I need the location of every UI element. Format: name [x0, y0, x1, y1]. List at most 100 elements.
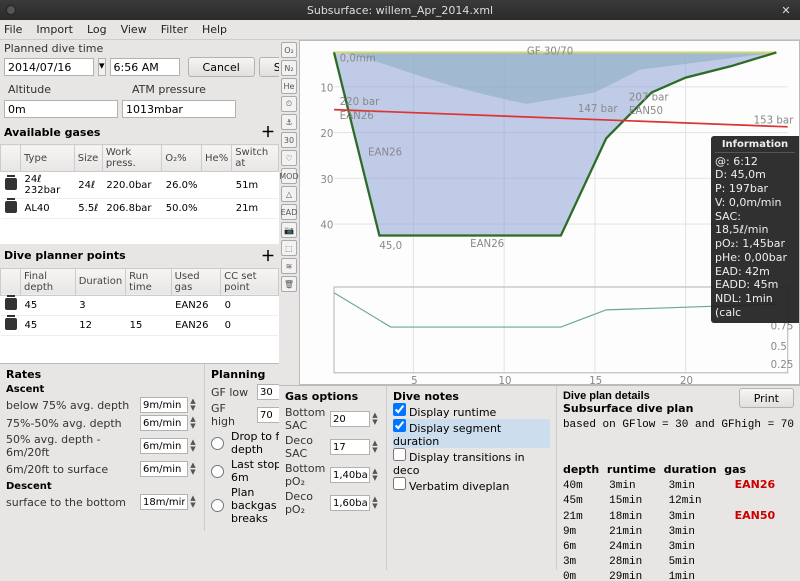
rate-input-0[interactable] [140, 397, 188, 413]
note-check-3[interactable] [393, 477, 406, 490]
rates-panel: Rates Ascent below 75% avg. depth▲▼75%-5… [0, 364, 205, 531]
menubar: File Import Log View Filter Help [0, 20, 800, 40]
rate-label: 6m/20ft to surface [6, 463, 136, 476]
menu-log[interactable]: Log [87, 23, 107, 36]
table-row[interactable]: 24ℓ 232bar24ℓ220.0bar26.0%51m [1, 172, 279, 199]
trash-icon[interactable] [5, 318, 17, 330]
window-title: Subsurface: willem_Apr_2014.xml [22, 4, 778, 17]
gflow-input[interactable] [257, 384, 279, 400]
svg-text:30: 30 [320, 174, 333, 186]
dive-notes-panel: Dive notes Display runtimeDisplay segmen… [387, 386, 557, 570]
menu-help[interactable]: Help [202, 23, 227, 36]
spinner-icon[interactable]: ▲▼ [188, 416, 198, 430]
gasopt-input-3[interactable] [330, 495, 370, 511]
last-stop-radio[interactable] [211, 465, 224, 478]
spinner-icon[interactable]: ▲▼ [188, 495, 198, 509]
graph-tool-1[interactable]: N₂ [281, 60, 297, 76]
available-gases-header: Available gases ＋ [0, 120, 279, 144]
close-icon[interactable]: ✕ [778, 4, 794, 17]
rate-label: 75%-50% avg. depth [6, 417, 136, 430]
note-label: Display transitions in deco [393, 451, 525, 477]
trash-icon[interactable] [5, 178, 17, 190]
graph-tool-2[interactable]: He [281, 78, 297, 94]
svg-text:40: 40 [320, 220, 333, 232]
time-input[interactable] [110, 58, 180, 76]
table-row[interactable]: AL405.5ℓ206.8bar50.0%21m [1, 199, 279, 219]
svg-text:EAN26: EAN26 [368, 146, 402, 158]
print-button[interactable]: Print [739, 388, 794, 408]
planned-dive-time-label: Planned dive time [0, 40, 279, 55]
gasopt-input-1[interactable] [330, 439, 370, 455]
atm-label: ATM pressure [128, 81, 210, 96]
trash-icon[interactable] [5, 201, 17, 213]
spinner-icon[interactable]: ▲▼ [188, 462, 198, 476]
cancel-button[interactable]: Cancel [188, 57, 255, 77]
rate-input-3[interactable] [140, 461, 188, 477]
spinner-icon[interactable]: ▲▼ [188, 398, 198, 412]
note-label: Display runtime [409, 406, 496, 419]
backgas-radio[interactable] [211, 499, 224, 512]
graph-tool-7[interactable]: MOD [281, 168, 297, 184]
note-check-1[interactable] [393, 419, 406, 432]
gfhigh-input[interactable] [257, 407, 279, 423]
svg-text:147 bar: 147 bar [578, 103, 618, 115]
spinner-icon[interactable]: ▲▼ [370, 468, 380, 482]
spinner-icon[interactable]: ▲▼ [188, 439, 198, 453]
graph-tool-13[interactable]: 🗑 [281, 276, 297, 292]
graph-tool-9[interactable]: EAD [281, 204, 297, 220]
menu-import[interactable]: Import [36, 23, 73, 36]
trash-icon[interactable] [5, 298, 17, 310]
rate-label: 50% avg. depth - 6m/20ft [6, 433, 136, 459]
svg-text:20: 20 [320, 128, 333, 140]
svg-text:EAN50: EAN50 [629, 105, 663, 117]
graph-tool-5[interactable]: 30 [281, 132, 297, 148]
table-row[interactable]: 451215EAN260 [1, 315, 279, 335]
spinner-icon[interactable]: ▲▼ [370, 440, 380, 454]
rate-input-2[interactable] [140, 438, 188, 454]
svg-text:EAN26: EAN26 [470, 238, 504, 250]
graph-tool-6[interactable]: ♡ [281, 150, 297, 166]
menu-filter[interactable]: Filter [161, 23, 188, 36]
graph-tool-3[interactable]: ⏲ [281, 96, 297, 112]
rate-label: below 75% avg. depth [6, 399, 136, 412]
graph-tool-0[interactable]: O₂ [281, 42, 297, 58]
info-line: @: 6:12 [715, 155, 795, 169]
atm-input[interactable] [122, 100, 236, 118]
menu-file[interactable]: File [4, 23, 22, 36]
spinner-icon[interactable]: ▲▼ [370, 412, 380, 426]
altitude-input[interactable] [4, 100, 118, 118]
add-gas-icon[interactable]: ＋ [261, 122, 275, 142]
graph-tool-12[interactable]: ≋ [281, 258, 297, 274]
rate-input-1[interactable] [140, 415, 188, 431]
menu-view[interactable]: View [121, 23, 147, 36]
info-line: NDL: 1min (calc [715, 292, 795, 320]
note-check-2[interactable] [393, 448, 406, 461]
info-line: P: 197bar [715, 182, 795, 196]
descent-rate-input[interactable] [140, 494, 188, 510]
graph-tool-8[interactable]: △ [281, 186, 297, 202]
note-label: Verbatim diveplan [409, 480, 509, 493]
info-line: pO₂: 1,45bar [715, 237, 795, 251]
date-dropdown-icon[interactable]: ▾ [98, 58, 106, 76]
svg-text:10: 10 [498, 375, 511, 384]
table-row[interactable]: 453EAN260 [1, 295, 279, 315]
dive-profile-plot[interactable]: 0,0mm GF 30/70 220 bar EAN26 EAN26 147 b… [299, 40, 800, 385]
spinner-icon[interactable]: ▲▼ [370, 496, 380, 510]
left-panel: Planned dive time ▾ Cancel Save Altitude… [0, 40, 279, 531]
gasopt-input-2[interactable] [330, 467, 370, 483]
drop-first-radio[interactable] [211, 437, 224, 450]
graph-tool-11[interactable]: ⬚ [281, 240, 297, 256]
graph-tool-10[interactable]: 📷 [281, 222, 297, 238]
info-line: EAD: 42m [715, 265, 795, 279]
note-check-0[interactable] [393, 403, 406, 416]
save-button[interactable]: Save [259, 57, 279, 77]
planner-points-header: Dive planner points ＋ [0, 244, 279, 268]
add-point-icon[interactable]: ＋ [261, 246, 275, 266]
svg-text:0.5: 0.5 [771, 341, 787, 353]
window-menu-icon[interactable] [6, 5, 16, 15]
date-input[interactable] [4, 58, 94, 76]
graph-tool-4[interactable]: ⚓ [281, 114, 297, 130]
svg-text:0,0mm: 0,0mm [340, 53, 376, 65]
svg-text:20: 20 [680, 375, 693, 384]
gasopt-input-0[interactable] [330, 411, 370, 427]
